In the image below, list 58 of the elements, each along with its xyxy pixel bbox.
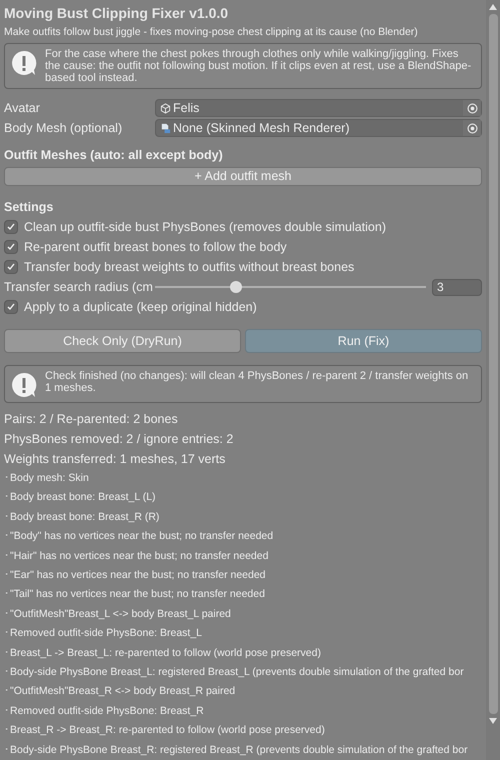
field-value: None (Skinned Mesh Renderer) <box>173 120 350 137</box>
cube-icon <box>160 102 171 114</box>
slider-track[interactable] <box>154 281 426 293</box>
field-label: Body Mesh (optional) <box>4 120 124 137</box>
checkbox-label: Re-parent outfit breast bones to follow the body <box>24 238 287 256</box>
window-title: Moving Bust Clipping Fixer v1.0.0 <box>4 4 230 22</box>
log-line: ･Body breast bone: Breast_R (R) <box>4 510 160 525</box>
up-arrow-icon[interactable] <box>489 4 497 10</box>
checkbox-label: Transfer body breast weights to outfits without breast bones <box>24 258 354 276</box>
target-icon <box>466 122 478 134</box>
section-heading: Outfit Meshes (auto: all except body) <box>4 147 224 163</box>
summary-line: Pairs: 2 / Re-parented: 2 bones <box>4 410 179 428</box>
log-line: ･"Ear" has no vertices near the bust; no transfer needed <box>4 568 267 583</box>
log-line: ･"OutfitMesh"Breast_L <-> body Breast_L paired <box>4 606 232 622</box>
object-field[interactable]: Felis <box>155 99 482 117</box>
checkbox[interactable] <box>4 220 18 234</box>
warning-icon <box>11 372 37 398</box>
subtitle: Make outfits follow bust jiggle - fixes moving-pose chest clipping at its cause (no Blender) <box>4 25 419 39</box>
log-line: ･Body-side PhysBone Breast_L: registered Breast_L (prevents double simulation of the grafted bor <box>4 664 465 680</box>
down-arrow-icon[interactable] <box>489 718 497 724</box>
log-line: ･Body-side PhysBone Breast_R: registered Breast_R (prevents double simulation of the grafted bor <box>4 742 469 758</box>
log-line: ･Breast_R -> Breast_R: re-parented to follow (world pose preserved) <box>4 723 326 738</box>
scroll-thumb[interactable] <box>488 14 498 714</box>
checkbox[interactable] <box>4 300 18 314</box>
log-line: ･"Hair" has no vertices near the bust; no transfer needed <box>4 548 270 564</box>
slider-label: Transfer search radius (cm <box>4 278 153 296</box>
warning-icon <box>11 50 37 76</box>
add-outfit-button[interactable]: + Add outfit mesh <box>4 167 482 186</box>
picker-button[interactable] <box>463 100 481 116</box>
log-line: ･Breast_L -> Breast_L: re-parented to follow (world pose preserved) <box>4 646 322 661</box>
target-icon <box>466 102 478 114</box>
log-line: ･Body breast bone: Breast_L (L) <box>4 490 157 506</box>
slider-thumb[interactable] <box>230 281 242 293</box>
notice-text: Check finished (no changes): will clean 4 PhysBones / re-parent 2 / transfer weights on 1 meshes. <box>45 370 470 394</box>
notice-text: For the case where the chest pokes through clothes only while walking/jiggling. Fixes the cause: the outfit not following bust motion. If it clips even at rest, use a BlendShape-based tool instead. <box>45 48 472 84</box>
checkbox-label: Clean up outfit-side bust PhysBones (removes double simulation) <box>24 218 386 236</box>
log-line: ･"OutfitMesh"Breast_R <-> body Breast_R paired <box>4 684 236 700</box>
field-value: Felis <box>173 100 200 117</box>
check-button[interactable]: Check Only (DryRun) <box>4 329 241 353</box>
checkbox[interactable] <box>4 240 18 254</box>
checkbox[interactable] <box>4 260 18 274</box>
log-line: ･Body mesh: Skin <box>4 470 90 486</box>
field-label: Avatar <box>4 100 41 117</box>
log-line: ･Removed outfit-side PhysBone: Breast_L <box>4 626 204 642</box>
summary-line: PhysBones removed: 2 / ignore entries: 2 <box>4 430 234 448</box>
number-field[interactable]: 3 <box>432 278 482 296</box>
object-field[interactable]: None (Skinned Mesh Renderer) <box>155 119 482 137</box>
section-heading: Settings <box>4 199 54 215</box>
log-line: ･"Body" has no vertices near the bust; no transfer needed <box>4 529 274 544</box>
check-icon <box>6 302 16 312</box>
run-button[interactable]: Run (Fix) <box>245 329 482 353</box>
log-line: ･Removed outfit-side PhysBone: Breast_R <box>4 704 205 719</box>
checkbox-label: Apply to a duplicate (keep original hidden) <box>24 298 257 316</box>
summary-line: Weights transferred: 1 meshes, 17 verts <box>4 450 226 468</box>
log-line: ･"Tail" has no vertices near the bust; no transfer needed <box>4 587 266 602</box>
scrollbar[interactable] <box>486 0 500 760</box>
picker-button[interactable] <box>463 120 481 136</box>
mesh-icon <box>160 122 171 134</box>
